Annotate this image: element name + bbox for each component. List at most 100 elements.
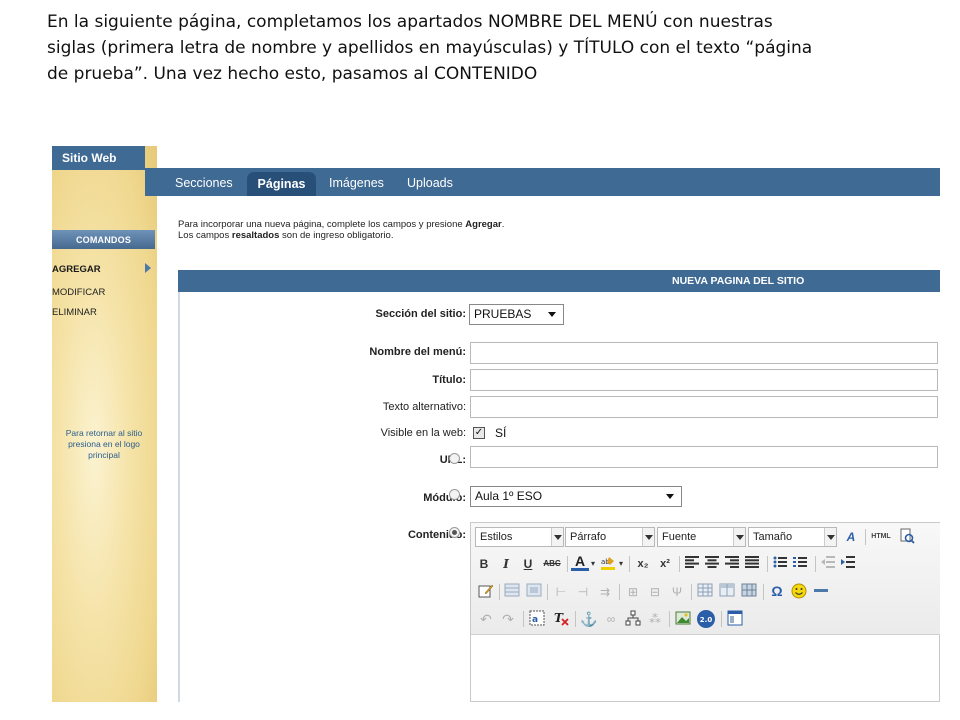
toolbar-separator (721, 611, 722, 627)
sidebar-item-eliminar[interactable]: ELIMINAR (52, 307, 97, 318)
chevron-down-icon (733, 528, 745, 546)
intro-text: Para incorporar una nueva página, comple… (178, 219, 504, 241)
intro-agregar-word: Agregar (465, 219, 502, 230)
subscript-button[interactable]: x₂ (633, 555, 653, 573)
chevron-down-icon[interactable]: ▾ (589, 555, 597, 573)
horizontal-line-icon[interactable] (811, 583, 831, 601)
italic-button[interactable]: I (497, 555, 515, 573)
redo-icon[interactable]: ↷ (499, 610, 517, 628)
titulo-field[interactable] (470, 369, 938, 391)
styles-combo-label: Estilos (480, 531, 513, 543)
align-center-icon[interactable] (703, 555, 721, 573)
seccion-select[interactable]: PRUEBAS (469, 304, 564, 325)
font-combo-label: Fuente (662, 531, 697, 543)
modulo-value: Aula 1º ESO (475, 489, 543, 503)
font-combo[interactable]: Fuente (657, 527, 746, 547)
special-char-button[interactable]: Ω (767, 582, 787, 600)
numbered-list-icon[interactable] (791, 555, 809, 573)
toolbar-separator (767, 556, 768, 572)
intro-line2: Los campos (178, 230, 232, 241)
font-color-button[interactable]: A (571, 554, 589, 571)
indent-icon[interactable] (839, 555, 857, 573)
modulo-select[interactable]: Aula 1º ESO (470, 486, 682, 507)
outdent-icon[interactable] (819, 555, 837, 573)
tab-imagenes[interactable]: Imágenes (329, 176, 384, 190)
url-field[interactable] (470, 446, 938, 468)
format-combo[interactable]: Párrafo (565, 527, 655, 547)
site-logo-title[interactable]: Sitio Web (52, 146, 145, 170)
table-icon[interactable] (695, 583, 715, 601)
seccion-value: PRUEBAS (474, 307, 532, 321)
intro-line2-end: son de ingreso obligatorio. (279, 230, 394, 241)
edit-icon[interactable] (477, 583, 495, 601)
html-source-button[interactable]: HTML (868, 528, 894, 546)
disabled-link-icon[interactable]: ⁂ (645, 610, 665, 628)
superscript-button[interactable]: x² (655, 555, 675, 573)
align-right-icon[interactable] (723, 555, 741, 573)
active-arrow-icon (145, 263, 151, 273)
form-left-border (178, 270, 180, 702)
seccion-label: Sección del sitio: (375, 308, 466, 320)
visible-checkbox[interactable]: ✓ (473, 427, 485, 439)
rich-text-editor[interactable]: Estilos Párrafo Fuente Tamaño A HTML B I… (470, 522, 940, 702)
url-radio[interactable] (449, 453, 460, 464)
split-column-icon[interactable]: Ψ (667, 583, 687, 601)
tab-uploads[interactable]: Uploads (407, 176, 453, 190)
undo-icon[interactable]: ↶ (477, 610, 495, 628)
highlight-color-icon[interactable]: ab (599, 555, 617, 573)
toolbar-separator (575, 611, 576, 627)
styles-combo[interactable]: Estilos (475, 527, 564, 547)
bulleted-list-icon[interactable] (771, 555, 789, 573)
tab-paginas-label: Páginas (257, 177, 306, 191)
visible-si-text: SÍ (495, 426, 507, 440)
web20-badge-icon[interactable]: 2.0 (695, 609, 717, 628)
visible-label: Visible en la web: (380, 427, 466, 439)
chevron-down-icon (824, 528, 836, 546)
toolbar-separator (865, 529, 866, 545)
split-cell-icon[interactable]: ⊞ (623, 583, 643, 601)
table-columns-icon[interactable] (717, 583, 737, 601)
insert-column-icon[interactable]: ⊢ (551, 583, 571, 601)
instructions-line-1: En la siguiente página, completamos los … (47, 12, 773, 32)
delete-column-icon[interactable]: ⊣ (573, 583, 593, 601)
table-cell-icon[interactable] (525, 583, 543, 601)
underline-button[interactable]: U (519, 555, 537, 573)
nombre-menu-field[interactable] (470, 342, 938, 364)
image-icon[interactable] (673, 610, 693, 628)
find-icon[interactable] (897, 528, 917, 546)
bold-button[interactable]: B (475, 555, 493, 573)
intro-line1: Para incorporar una nueva página, comple… (178, 219, 466, 230)
table-props-icon[interactable]: ⊟ (645, 583, 665, 601)
toolbar-separator (679, 556, 680, 572)
table-grid-icon[interactable] (739, 583, 759, 601)
sitemap-icon[interactable] (623, 610, 643, 628)
merge-cells-icon[interactable]: ⇉ (595, 583, 615, 601)
contenido-radio[interactable] (449, 527, 460, 538)
form-header: NUEVA PAGINA DEL SITIO (178, 270, 940, 292)
sidebar-item-agregar[interactable]: AGREGAR (52, 264, 101, 275)
smiley-icon[interactable] (789, 583, 809, 601)
instructions-text: En la siguiente página, completamos los … (47, 9, 927, 87)
anchor-icon[interactable]: ⚓ (579, 610, 599, 628)
chevron-down-icon[interactable]: ▾ (617, 555, 625, 573)
text-style-icon[interactable]: A (841, 528, 861, 546)
remove-format-icon[interactable]: T (551, 610, 571, 628)
size-combo-label: Tamaño (753, 531, 793, 543)
sidebar-item-modificar[interactable]: MODIFICAR (52, 287, 105, 298)
select-all-icon[interactable]: a (527, 610, 547, 628)
maximize-icon[interactable] (725, 610, 745, 628)
align-left-icon[interactable] (683, 555, 701, 573)
toolbar-separator (523, 611, 524, 627)
tab-paginas[interactable]: Páginas (247, 172, 316, 196)
modulo-radio[interactable] (449, 489, 460, 500)
texto-alt-field[interactable] (470, 396, 938, 418)
size-combo[interactable]: Tamaño (748, 527, 837, 547)
toolbar-separator (547, 584, 548, 600)
cms-screenshot: Sitio Web COMANDOS AGREGAR MODIFICAR ELI… (52, 146, 940, 702)
table-row-icon[interactable] (503, 583, 521, 601)
tab-secciones[interactable]: Secciones (175, 176, 233, 190)
strikethrough-button[interactable]: ABC (541, 555, 563, 573)
unlink-icon[interactable]: ∞ (601, 610, 621, 628)
align-justify-icon[interactable] (743, 555, 761, 573)
nombre-menu-label: Nombre del menú: (369, 346, 466, 358)
